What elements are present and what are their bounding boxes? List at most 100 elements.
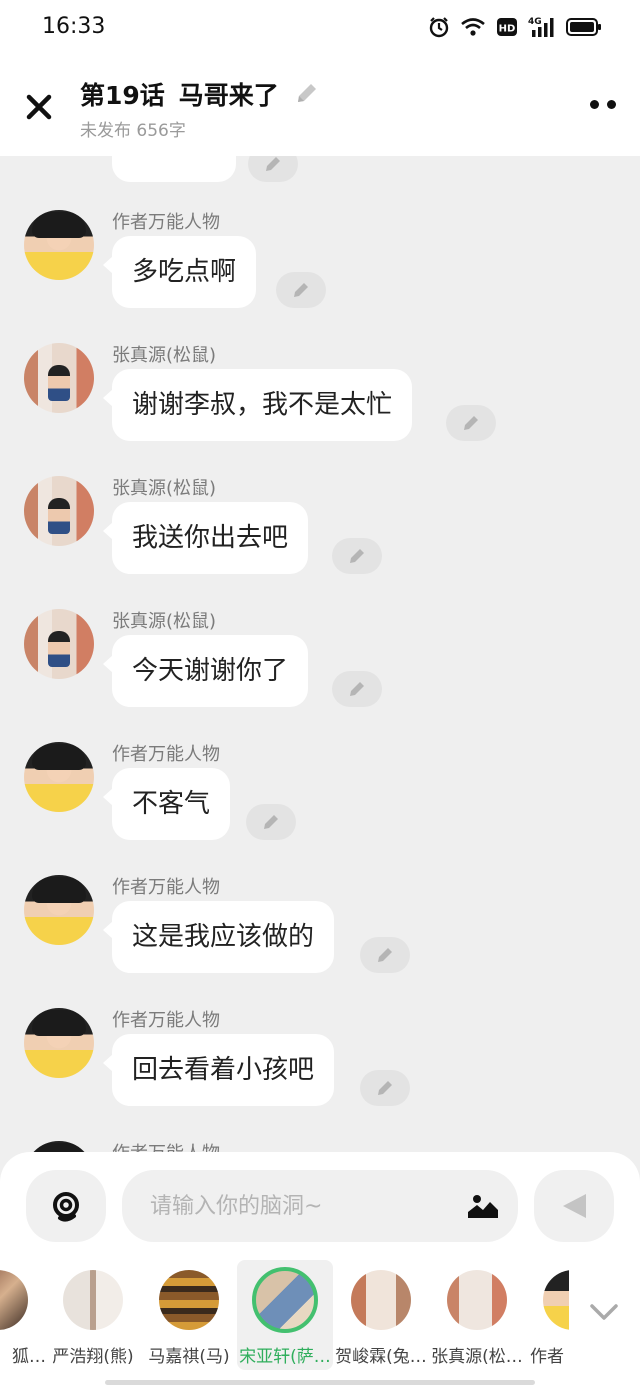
edit-message-button[interactable] <box>246 804 296 840</box>
edit-message-button[interactable] <box>446 405 496 441</box>
message-bubble[interactable]: 我送你出去吧 <box>102 502 309 574</box>
4g-signal-icon: 4G <box>528 16 556 38</box>
avatar[interactable] <box>24 742 94 812</box>
dot-icon <box>590 100 599 109</box>
role-label: 严浩翔(熊) <box>52 1347 134 1367</box>
message-bubble-partial[interactable] <box>112 156 236 182</box>
role-label: 贺峻霖(兔… <box>335 1347 427 1367</box>
speaker-name: 作者万能人物 <box>112 877 220 898</box>
role-avatar <box>543 1270 569 1330</box>
chevron-down-icon <box>590 1304 618 1320</box>
message-input-box[interactable] <box>122 1170 518 1242</box>
role-item[interactable]: 作者 <box>525 1260 569 1370</box>
pencil-icon <box>350 682 364 696</box>
pencil-icon <box>294 283 308 297</box>
role-label: 张真源(松… <box>431 1347 523 1367</box>
chat-list[interactable]: 作者万能人物 多吃点啊 张真源(松鼠) 谢谢李叔，我不是太忙 张真源(松鼠) 我… <box>0 156 640 1156</box>
avatar[interactable] <box>24 609 94 679</box>
message-bubble[interactable]: 多吃点啊 <box>102 236 257 308</box>
role-label: 作者 <box>530 1347 564 1367</box>
message-item: 张真源(松鼠) 今天谢谢你了 <box>0 609 640 739</box>
composer-panel: 狐… 严浩翔(熊) 马嘉祺(马) 宋亚轩(萨… 贺峻霖(兔… 张真源(松… 作者 <box>0 1152 640 1387</box>
publish-status: 未发布 656字 <box>80 121 186 141</box>
episode-title: 马哥来了 <box>178 81 279 110</box>
send-icon <box>563 1194 586 1218</box>
role-avatar <box>63 1270 123 1330</box>
role-selector[interactable]: 狐… 严浩翔(熊) 马嘉祺(马) 宋亚轩(萨… 贺峻霖(兔… 张真源(松… 作者 <box>0 1260 640 1370</box>
role-item-selected[interactable]: 宋亚轩(萨… <box>237 1260 333 1370</box>
message-item: 张真源(松鼠) 我送你出去吧 <box>0 476 640 606</box>
send-button[interactable] <box>534 1170 614 1242</box>
message-bubble[interactable]: 这是我应该做的 <box>102 901 335 973</box>
editor-header: 第19话 马哥来了 未发布 656字 <box>0 56 640 156</box>
home-indicator <box>105 1380 535 1385</box>
role-item[interactable]: 张真源(松… <box>429 1260 525 1370</box>
message-input[interactable] <box>150 1170 450 1242</box>
close-icon <box>26 94 52 120</box>
role-avatar <box>351 1270 411 1330</box>
message-item: 张真源(松鼠) 谢谢李叔，我不是太忙 <box>0 343 640 473</box>
role-label: 宋亚轩(萨… <box>239 1347 331 1367</box>
avatar[interactable] <box>24 476 94 546</box>
pencil-icon <box>464 416 478 430</box>
expand-roles-button[interactable] <box>586 1300 622 1328</box>
status-time: 16:33 <box>42 14 106 39</box>
avatar[interactable] <box>24 343 94 413</box>
message-bubble[interactable]: 回去看着小孩吧 <box>102 1034 335 1106</box>
edit-title-button[interactable] <box>294 80 320 110</box>
edit-message-button[interactable] <box>248 156 298 182</box>
role-avatar <box>0 1270 28 1330</box>
edit-message-button[interactable] <box>360 937 410 973</box>
page-title: 第19话 马哥来了 <box>80 76 279 112</box>
avatar[interactable] <box>24 875 94 945</box>
more-options-button[interactable] <box>590 100 616 109</box>
pencil-icon <box>264 815 278 829</box>
avatar[interactable] <box>24 1008 94 1078</box>
speaker-name: 作者万能人物 <box>112 1010 220 1031</box>
message-item: 作者万能人物 不客气 <box>0 742 640 872</box>
role-avatar <box>447 1270 507 1330</box>
dot-icon <box>607 100 616 109</box>
image-icon <box>468 1195 498 1218</box>
speaker-name: 张真源(松鼠) <box>112 345 217 366</box>
role-item[interactable]: 马嘉祺(马) <box>141 1260 237 1370</box>
message-item: 作者万能人物 多吃点啊 <box>0 210 640 340</box>
voice-icon <box>53 1192 79 1222</box>
image-button[interactable] <box>466 1190 500 1222</box>
speaker-name: 张真源(松鼠) <box>112 478 217 499</box>
wifi-icon <box>460 17 486 37</box>
status-icons: HD 4G <box>428 16 602 38</box>
voice-button[interactable] <box>26 1170 106 1242</box>
pencil-icon <box>378 948 392 962</box>
message-item: 作者万能人物 回去看着小孩吧 <box>0 1008 640 1138</box>
close-button[interactable] <box>20 88 58 126</box>
avatar[interactable] <box>24 210 94 280</box>
speaker-name: 张真源(松鼠) <box>112 611 217 632</box>
role-item[interactable]: 严浩翔(熊) <box>45 1260 141 1370</box>
hd-label: HD <box>499 24 516 35</box>
role-avatar <box>159 1270 219 1330</box>
edit-message-button[interactable] <box>360 1070 410 1106</box>
message-item: 作者万能人物 这是我应该做的 <box>0 875 640 1005</box>
pencil-icon <box>266 157 280 171</box>
pencil-icon <box>298 84 316 102</box>
role-label: 狐… <box>12 1347 46 1367</box>
pencil-icon <box>350 549 364 563</box>
role-item[interactable]: 狐… <box>0 1260 46 1370</box>
speaker-name: 作者万能人物 <box>112 744 220 765</box>
message-bubble[interactable]: 今天谢谢你了 <box>102 635 309 707</box>
role-avatar <box>252 1267 318 1333</box>
edit-message-button[interactable] <box>332 671 382 707</box>
message-bubble[interactable]: 谢谢李叔，我不是太忙 <box>102 369 413 441</box>
network-label: 4G <box>528 17 542 27</box>
alarm-icon <box>428 16 450 38</box>
edit-message-button[interactable] <box>332 538 382 574</box>
battery-icon <box>566 17 602 37</box>
pencil-icon <box>378 1081 392 1095</box>
status-bar: 16:33 HD 4G <box>0 0 640 56</box>
message-bubble[interactable]: 不客气 <box>102 768 231 840</box>
edit-message-button[interactable] <box>276 272 326 308</box>
episode-number: 第19话 <box>80 81 165 110</box>
role-label: 马嘉祺(马) <box>148 1347 230 1367</box>
role-item[interactable]: 贺峻霖(兔… <box>333 1260 429 1370</box>
